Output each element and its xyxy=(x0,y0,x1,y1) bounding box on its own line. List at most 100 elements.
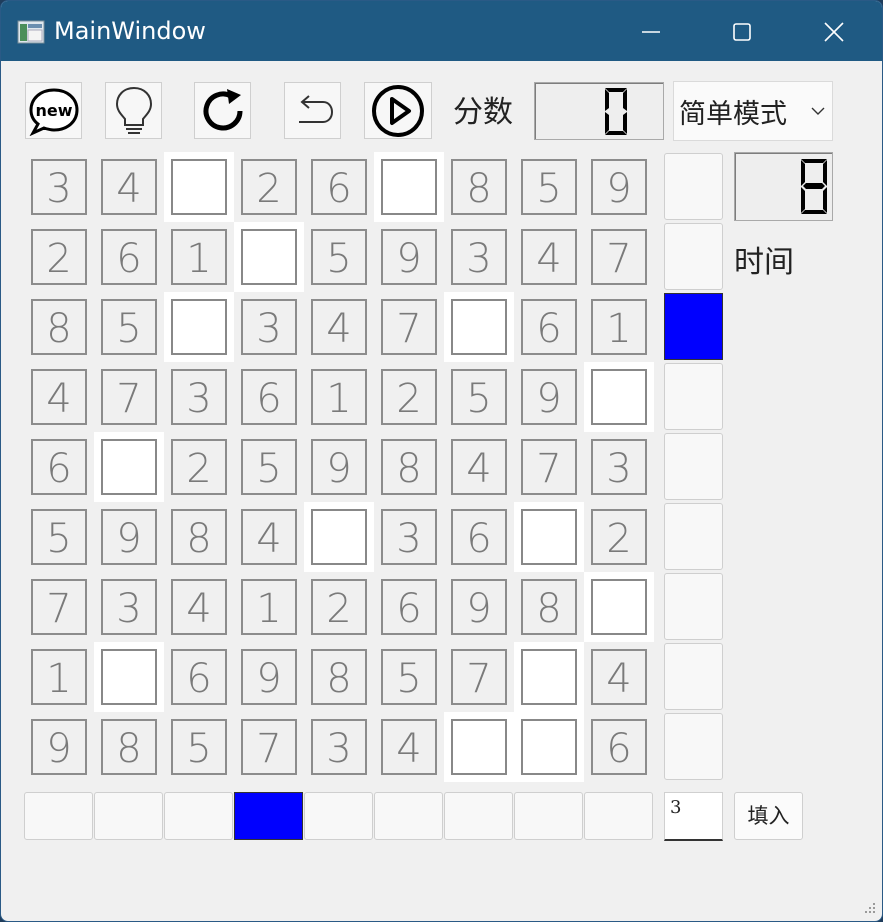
board-cell[interactable]: 7 xyxy=(94,362,164,432)
bottom-selector-button[interactable] xyxy=(94,792,163,840)
board-cell[interactable]: 4 xyxy=(514,222,584,292)
board-cell[interactable]: 7 xyxy=(514,432,584,502)
bottom-selector-button[interactable] xyxy=(444,792,513,840)
board-cell[interactable]: 4 xyxy=(164,572,234,642)
side-selector-button[interactable] xyxy=(664,713,723,780)
board-cell[interactable]: 1 xyxy=(584,292,654,362)
board-cell[interactable]: 7 xyxy=(234,712,304,782)
board-cell[interactable]: 5 xyxy=(24,502,94,572)
play-button[interactable] xyxy=(364,82,432,139)
board-cell[interactable]: 9 xyxy=(304,432,374,502)
side-selector-button[interactable] xyxy=(664,503,723,570)
board-cell[interactable]: 1 xyxy=(304,362,374,432)
side-selector-button[interactable] xyxy=(664,573,723,640)
board-cell[interactable]: 5 xyxy=(444,362,514,432)
board-cell[interactable]: 4 xyxy=(24,362,94,432)
board-cell[interactable] xyxy=(234,222,304,292)
board-cell[interactable]: 6 xyxy=(24,432,94,502)
board-cell[interactable]: 3 xyxy=(304,712,374,782)
board-cell[interactable] xyxy=(164,152,234,222)
side-selector-button[interactable] xyxy=(664,643,723,710)
side-selector-button[interactable] xyxy=(664,293,723,360)
board-cell[interactable] xyxy=(444,712,514,782)
board-cell[interactable]: 2 xyxy=(234,152,304,222)
board-cell[interactable]: 2 xyxy=(374,362,444,432)
board-cell[interactable]: 6 xyxy=(94,222,164,292)
board-cell[interactable] xyxy=(94,642,164,712)
board-cell[interactable]: 9 xyxy=(584,152,654,222)
board-cell[interactable]: 9 xyxy=(234,642,304,712)
board-cell[interactable]: 7 xyxy=(444,642,514,712)
board-cell[interactable] xyxy=(164,292,234,362)
board-cell[interactable]: 2 xyxy=(164,432,234,502)
board-cell[interactable]: 5 xyxy=(234,432,304,502)
hint-button[interactable] xyxy=(105,82,162,139)
restart-button[interactable] xyxy=(194,82,251,139)
undo-button[interactable] xyxy=(284,82,341,139)
board-cell[interactable] xyxy=(584,572,654,642)
bottom-selector-button[interactable] xyxy=(584,792,653,840)
board-cell[interactable]: 6 xyxy=(514,292,584,362)
board-cell[interactable]: 7 xyxy=(374,292,444,362)
side-selector-button[interactable] xyxy=(664,223,723,290)
board-cell[interactable]: 9 xyxy=(444,572,514,642)
bottom-selector-button[interactable] xyxy=(304,792,373,840)
side-selector-button[interactable] xyxy=(664,153,723,220)
mode-dropdown[interactable]: 简单模式 xyxy=(673,81,833,141)
board-cell[interactable]: 6 xyxy=(584,712,654,782)
board-cell[interactable]: 3 xyxy=(444,222,514,292)
board-cell[interactable]: 2 xyxy=(304,572,374,642)
board-cell[interactable]: 5 xyxy=(94,292,164,362)
resize-grip-icon[interactable] xyxy=(863,901,877,915)
board-cell[interactable]: 9 xyxy=(24,712,94,782)
board-cell[interactable]: 3 xyxy=(164,362,234,432)
board-cell[interactable]: 6 xyxy=(374,572,444,642)
board-cell[interactable]: 6 xyxy=(234,362,304,432)
board-cell[interactable]: 2 xyxy=(584,502,654,572)
board-cell[interactable]: 7 xyxy=(584,222,654,292)
board-cell[interactable]: 1 xyxy=(24,642,94,712)
board-cell[interactable]: 3 xyxy=(374,502,444,572)
board-cell[interactable] xyxy=(374,152,444,222)
board-cell[interactable]: 3 xyxy=(24,152,94,222)
board-cell[interactable]: 8 xyxy=(444,152,514,222)
board-cell[interactable]: 7 xyxy=(24,572,94,642)
board-cell[interactable]: 3 xyxy=(234,292,304,362)
board-cell[interactable] xyxy=(584,362,654,432)
fill-number-input[interactable]: 3 xyxy=(664,792,723,841)
board-cell[interactable]: 9 xyxy=(94,502,164,572)
board-cell[interactable]: 8 xyxy=(374,432,444,502)
board-cell[interactable]: 3 xyxy=(584,432,654,502)
maximize-button[interactable] xyxy=(717,11,767,53)
board-cell[interactable]: 6 xyxy=(444,502,514,572)
board-cell[interactable]: 8 xyxy=(24,292,94,362)
board-cell[interactable]: 5 xyxy=(164,712,234,782)
board-cell[interactable]: 5 xyxy=(304,222,374,292)
side-selector-button[interactable] xyxy=(664,363,723,430)
new-game-button[interactable]: new xyxy=(25,82,82,139)
board-cell[interactable]: 9 xyxy=(514,362,584,432)
board-cell[interactable]: 8 xyxy=(304,642,374,712)
fill-button[interactable]: 填入 xyxy=(734,792,803,840)
board-cell[interactable]: 1 xyxy=(234,572,304,642)
board-cell[interactable] xyxy=(514,642,584,712)
board-cell[interactable]: 8 xyxy=(514,572,584,642)
board-cell[interactable]: 5 xyxy=(514,152,584,222)
board-cell[interactable] xyxy=(304,502,374,572)
board-cell[interactable]: 4 xyxy=(584,642,654,712)
board-cell[interactable]: 8 xyxy=(94,712,164,782)
board-cell[interactable]: 1 xyxy=(164,222,234,292)
bottom-selector-button[interactable] xyxy=(234,792,303,840)
bottom-selector-button[interactable] xyxy=(374,792,443,840)
close-button[interactable] xyxy=(809,11,859,53)
board-cell[interactable] xyxy=(514,502,584,572)
board-cell[interactable]: 6 xyxy=(164,642,234,712)
board-cell[interactable]: 9 xyxy=(374,222,444,292)
board-cell[interactable] xyxy=(94,432,164,502)
board-cell[interactable]: 4 xyxy=(234,502,304,572)
board-cell[interactable]: 4 xyxy=(444,432,514,502)
board-cell[interactable] xyxy=(514,712,584,782)
board-cell[interactable] xyxy=(444,292,514,362)
board-cell[interactable]: 4 xyxy=(304,292,374,362)
board-cell[interactable]: 4 xyxy=(94,152,164,222)
